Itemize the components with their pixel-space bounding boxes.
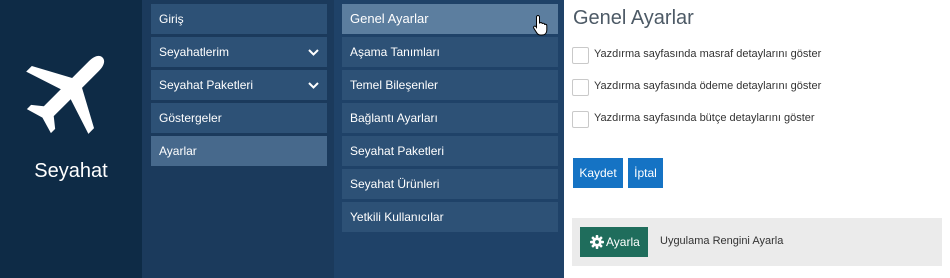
submenu-item-seyahat-urunleri[interactable]: Seyahat Ürünleri: [342, 169, 558, 199]
checkbox-masraf-detaylari[interactable]: [572, 47, 589, 64]
hand-cursor-icon: [533, 14, 548, 36]
menu-item-gostergeler[interactable]: Göstergeler: [151, 103, 327, 133]
theme-panel-text: Uygulama Rengini Ayarla: [660, 235, 784, 247]
menu-item-seyahatlerim[interactable]: Seyahatlerim: [151, 37, 327, 67]
checkbox-butce-detaylari[interactable]: [572, 111, 589, 128]
menu-item-label: Seyahatlerim: [159, 45, 230, 59]
checkbox-label: Yazdırma sayfasında masraf detaylarını g…: [594, 48, 822, 60]
menu-item-label: Ayarlar: [159, 144, 197, 158]
menu-item-label: Göstergeler: [159, 111, 222, 125]
submenu-item-label: Seyahat Paketleri: [350, 144, 445, 158]
page-title: Genel Ayarlar: [573, 7, 694, 29]
submenu-item-asama-tanimlari[interactable]: Aşama Tanımları: [342, 37, 558, 67]
main-menu: Giriş Seyahatlerim Seyahat Paketleri Gös…: [142, 0, 334, 278]
submenu-item-genel-ayarlar[interactable]: Genel Ayarlar: [342, 4, 558, 36]
submenu-item-yetkili-kullanicilar[interactable]: Yetkili Kullanıcılar: [342, 202, 558, 232]
save-button[interactable]: Kaydet: [573, 158, 623, 188]
theme-settings-button-label: Ayarla: [606, 235, 640, 249]
submenu-item-label: Bağlantı Ayarları: [350, 111, 438, 125]
submenu-item-label: Aşama Tanımları: [350, 45, 440, 59]
theme-color-panel: Ayarla Uygulama Rengini Ayarla: [572, 218, 942, 266]
gear-icon: [590, 235, 604, 249]
submenu-item-label: Temel Bileşenler: [350, 78, 439, 92]
menu-item-ayarlar[interactable]: Ayarlar: [151, 136, 327, 166]
cancel-button[interactable]: İptal: [628, 158, 663, 188]
settings-submenu: Genel Ayarlar Aşama Tanımları Temel Bile…: [334, 0, 564, 278]
checkbox-label: Yazdırma sayfasında ödeme detaylarını gö…: [594, 80, 822, 92]
airplane-icon: [26, 55, 105, 134]
submenu-item-temel-bilesenler[interactable]: Temel Bileşenler: [342, 70, 558, 100]
submenu-item-baglanti-ayarlari[interactable]: Bağlantı Ayarları: [342, 103, 558, 133]
brand-panel: Seyahat: [0, 0, 142, 278]
settings-content: Genel Ayarlar Yazdırma sayfasında masraf…: [564, 0, 950, 278]
submenu-item-seyahat-paketleri[interactable]: Seyahat Paketleri: [342, 136, 558, 166]
checkbox-odeme-detaylari[interactable]: [572, 79, 589, 96]
brand-name: Seyahat: [34, 160, 108, 182]
menu-item-seyahat-paketleri[interactable]: Seyahat Paketleri: [151, 70, 327, 100]
menu-item-label: Giriş: [159, 12, 184, 26]
submenu-item-label: Seyahat Ürünleri: [350, 177, 440, 191]
menu-item-label: Seyahat Paketleri: [159, 78, 254, 92]
checkbox-label: Yazdırma sayfasında bütçe detaylarını gö…: [594, 112, 815, 124]
menu-item-giris[interactable]: Giriş: [151, 4, 327, 34]
submenu-item-label: Genel Ayarlar: [350, 11, 429, 26]
theme-settings-button[interactable]: Ayarla: [580, 227, 648, 257]
submenu-item-label: Yetkili Kullanıcılar: [350, 210, 444, 224]
